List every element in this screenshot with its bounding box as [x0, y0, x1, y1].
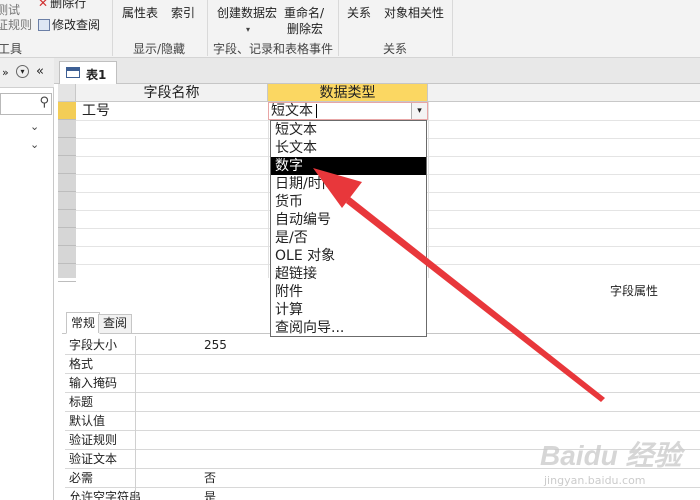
ribbon-separator [112, 0, 113, 56]
tab-general[interactable]: 常规 [66, 312, 101, 334]
description-column-header [428, 84, 700, 102]
group-label-field-record-table-events: 字段、记录和表格事件 [213, 42, 334, 56]
data-type-dropdown-list: 短文本 长文本 数字 日期/时间 货币 自动编号 是/否 OLE 对象 超链接 … [270, 120, 427, 337]
data-type-combobox[interactable]: 短文本 ▾ [268, 102, 428, 120]
row-selector[interactable] [58, 174, 76, 192]
tab-lookup[interactable]: 查阅 [98, 314, 133, 333]
dropdown-option[interactable]: 查阅向导... [271, 319, 426, 337]
delete-rows-button[interactable]: ✕ 删除行 [38, 0, 86, 11]
dropdown-option[interactable]: 附件 [271, 283, 426, 301]
field-name-cell[interactable]: 工号 [82, 102, 110, 120]
tab-table1-label: 表1 [86, 68, 107, 82]
watermark-logo: Baidu 经验 [540, 440, 682, 471]
data-type-cell-value: 短文本 [271, 103, 313, 119]
dropdown-option[interactable]: 是/否 [271, 229, 426, 247]
dropdown-option[interactable]: 自动编号 [271, 211, 426, 229]
dropdown-option-selected[interactable]: 数字 [271, 157, 426, 175]
property-row[interactable]: 字段大小 255 [65, 336, 700, 355]
property-label: 默认值 [69, 414, 106, 428]
text-caret [316, 104, 317, 118]
ribbon-separator [207, 0, 208, 56]
baidu-jingyan-watermark: Baidu 经验 jingyan.baidu.com [540, 430, 700, 500]
modify-lookup-label: 修改查阅 [52, 18, 101, 32]
dropdown-option[interactable]: OLE 对象 [271, 247, 426, 265]
indexes-button[interactable]: 索引 [171, 5, 195, 21]
property-column-divider [135, 336, 136, 500]
modify-lookup-button[interactable]: 修改查阅 [38, 17, 100, 33]
row-selector[interactable] [58, 192, 76, 210]
nav-search-box[interactable]: ⚲ [0, 93, 52, 115]
property-label: 输入掩码 [69, 376, 118, 390]
property-label: 字段大小 [69, 338, 118, 352]
test-rules-label-2[interactable]: 证规则 [0, 17, 32, 33]
group-label-tools: 工具 [0, 42, 23, 56]
create-macros-dropdown-icon[interactable]: ▾ [246, 22, 250, 38]
row-selector[interactable] [58, 264, 76, 282]
property-value[interactable]: 是 [204, 489, 216, 500]
row-selector[interactable] [58, 228, 76, 246]
relationships-button[interactable]: 关系 [347, 5, 371, 21]
group-expand-chevron-icon[interactable]: ⌄ [30, 120, 39, 133]
dropdown-option[interactable]: 计算 [271, 301, 426, 319]
property-value[interactable]: 255 [204, 337, 227, 353]
dropdown-option[interactable]: 日期/时间 [271, 175, 426, 193]
lookup-icon [38, 19, 50, 31]
ribbon: 测试 证规则 ✕ 删除行 修改查阅 工具 属性表 索引 显示/隐藏 创建数据宏 ▾… [0, 0, 700, 58]
dropdown-option[interactable]: 短文本 [271, 121, 426, 139]
collapse-nav-icon[interactable]: « [36, 64, 44, 79]
search-icon[interactable]: ⚲ [39, 95, 49, 110]
ribbon-separator [452, 0, 453, 56]
property-sheet-button[interactable]: 属性表 [122, 5, 158, 21]
rename-delete-macro-label-2[interactable]: 删除宏 [287, 21, 323, 37]
nav-pane-header: » ▾ « [0, 58, 54, 88]
dropdown-option[interactable]: 长文本 [271, 139, 426, 157]
property-label: 格式 [69, 357, 94, 371]
navigation-pane: » ▾ « ⚲ ⌄ ⌄ [0, 58, 54, 500]
field-properties-title: 字段属性 [610, 284, 659, 298]
row-selector[interactable] [58, 210, 76, 228]
grid-column-line [268, 102, 269, 278]
row-selector-column [58, 102, 76, 282]
property-label: 标题 [69, 395, 94, 409]
property-row[interactable]: 格式 [65, 355, 700, 374]
document-tab-bar: 表1 [54, 58, 700, 84]
row-selector[interactable] [58, 246, 76, 264]
property-value[interactable]: 否 [204, 470, 216, 486]
ribbon-separator [338, 0, 339, 56]
object-dependencies-button[interactable]: 对象相关性 [384, 5, 444, 21]
group-label-relationships: 关系 [383, 42, 408, 56]
row-selector[interactable] [58, 120, 76, 138]
create-data-macros-button[interactable]: 创建数据宏 [217, 5, 277, 21]
row-selector[interactable] [58, 138, 76, 156]
nav-dropdown-icon[interactable]: » [2, 66, 9, 79]
group-expand-chevron-icon[interactable]: ⌄ [30, 138, 39, 151]
dropdown-option[interactable]: 超链接 [271, 265, 426, 283]
table-icon [66, 67, 80, 78]
delete-x-icon: ✕ [38, 0, 49, 10]
property-row[interactable]: 输入掩码 [65, 374, 700, 393]
watermark-url: jingyan.baidu.com [544, 474, 646, 487]
test-rules-label-1[interactable]: 测试 [0, 2, 20, 18]
property-label: 必需 [69, 471, 94, 485]
create-data-macros-label: 创建数据宏 [217, 6, 278, 20]
dropdown-chevron-icon[interactable]: ▾ [411, 103, 427, 119]
group-label-show-hide: 显示/隐藏 [133, 42, 186, 56]
tab-table1[interactable]: 表1 [59, 61, 117, 84]
nav-menu-circle-icon[interactable]: ▾ [16, 65, 29, 78]
rename-delete-macro-label-1[interactable]: 重命名/ [284, 5, 324, 21]
field-name-column-header: 字段名称 [76, 84, 268, 102]
data-type-column-header: 数据类型 [268, 84, 428, 102]
grid-column-line [428, 102, 429, 278]
delete-rows-label: 删除行 [50, 0, 87, 10]
property-label: 验证文本 [69, 452, 118, 466]
grid-corner[interactable] [58, 84, 76, 102]
row-selector-active[interactable] [58, 102, 76, 120]
row-selector[interactable] [58, 156, 76, 174]
dropdown-option[interactable]: 货币 [271, 193, 426, 211]
property-label: 验证规则 [69, 433, 118, 447]
property-row[interactable]: 标题 [65, 393, 700, 412]
property-row[interactable]: 默认值 [65, 412, 700, 431]
property-label: 允许空字符串 [69, 490, 142, 500]
